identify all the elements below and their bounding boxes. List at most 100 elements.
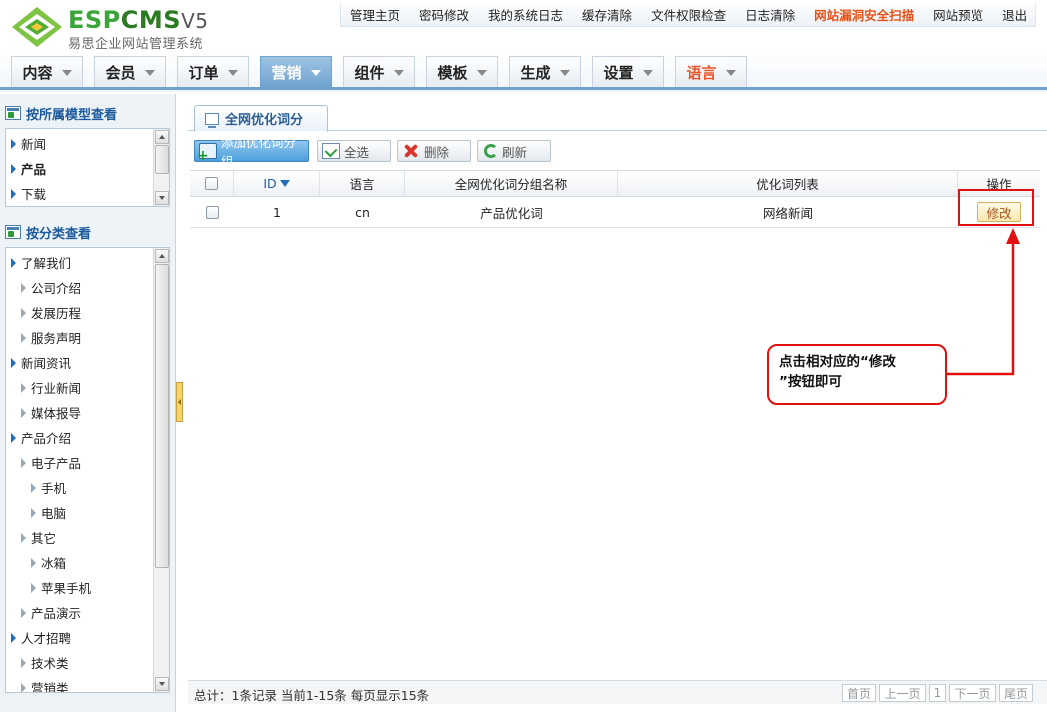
sidebar-item[interactable]: 行业新闻 <box>21 375 81 400</box>
sidebar-item[interactable]: 新闻 <box>11 131 46 156</box>
sidebar-collapse-handle[interactable] <box>176 382 183 422</box>
nav-tab-4[interactable]: 组件 <box>343 56 415 87</box>
sidebar-item[interactable]: 媒体报导 <box>21 400 81 425</box>
sidebar-item[interactable]: 下载 <box>11 181 46 206</box>
scroll-thumb[interactable] <box>155 145 169 174</box>
nav-tab-7[interactable]: 设置 <box>592 56 664 87</box>
sidebar-item[interactable]: 手机 <box>31 475 66 500</box>
sidebar-item[interactable]: 冰箱 <box>31 550 66 575</box>
triangle-right-icon <box>11 257 16 268</box>
chevron-down-icon <box>144 70 155 76</box>
top-link-6[interactable]: 网站漏洞安全扫描 <box>814 5 914 24</box>
sidebar-item[interactable]: 电子产品 <box>21 450 81 475</box>
column-group-name: 全网优化词分组名称 <box>405 171 618 196</box>
category-section-title-text: 按分类查看 <box>26 226 92 242</box>
monitor-icon <box>205 112 219 128</box>
triangle-right-icon <box>21 382 26 393</box>
chevron-down-icon <box>476 70 487 76</box>
row-checkbox-cell <box>190 197 234 227</box>
sidebar-item[interactable]: 营销类 <box>21 675 69 692</box>
column-language-label: 语言 <box>349 177 375 192</box>
sidebar-item[interactable]: 发展历程 <box>21 300 81 325</box>
triangle-right-icon <box>21 682 26 692</box>
nav-tab-5[interactable]: 模板 <box>426 56 498 87</box>
sidebar-item-label: 行业新闻 <box>31 381 82 396</box>
pager-page[interactable]: 1 <box>929 684 946 702</box>
sidebar-item[interactable]: 产品 <box>11 156 46 181</box>
tab-keyword-groups[interactable]: 全网优化词分 <box>194 105 328 132</box>
nav-tab-label: 组件 <box>354 63 385 82</box>
scroll-thumb[interactable] <box>155 264 169 568</box>
sidebar-item[interactable]: 其它 <box>21 525 56 550</box>
sidebar-item-label: 苹果手机 <box>41 581 92 596</box>
scroll-down-button[interactable] <box>155 191 169 205</box>
select-all-label: 全选 <box>344 144 370 160</box>
pager-prev[interactable]: 上一页 <box>879 684 926 702</box>
scroll-down-button[interactable] <box>155 677 169 691</box>
sidebar-item-label: 其它 <box>31 531 57 546</box>
triangle-right-icon <box>11 188 16 199</box>
header: ESPCMSV5 易思企业网站管理系统 管理主页 密码修改 我的系统日志 缓存清除 文件… <box>0 0 1047 92</box>
column-language: 语言 <box>320 171 405 196</box>
sidebar-item-label: 技术类 <box>31 656 69 671</box>
nav-tab-0[interactable]: 内容 <box>11 56 83 87</box>
sidebar-item[interactable]: 公司介绍 <box>21 275 81 300</box>
scroll-up-button[interactable] <box>155 130 169 144</box>
delete-button[interactable]: 删除 <box>397 140 471 162</box>
sidebar-item[interactable]: 了解我们 <box>11 250 71 275</box>
category-tree: 了解我们 公司介绍 发展历程 服务声明 新闻资讯行业新闻媒体报导产品介绍 电子产品 手机 电脑… <box>5 247 170 693</box>
tab-label: 全网优化词分 <box>225 113 304 128</box>
nav-tab-label: 语言 <box>686 63 717 82</box>
nav-tab-label: 营销 <box>271 63 302 82</box>
add-group-button[interactable]: 添加优化词分组 <box>194 135 309 169</box>
sidebar-item-label: 媒体报导 <box>31 406 82 421</box>
top-link-0[interactable]: 管理主页 <box>350 5 400 24</box>
model-list-scrollbar[interactable] <box>153 129 169 206</box>
check-all-icon <box>322 143 340 159</box>
highlight-edit-box <box>958 189 1034 226</box>
sidebar-item[interactable]: 新闻资讯 <box>11 350 71 375</box>
refresh-button[interactable]: 刷新 <box>477 140 551 162</box>
row-checkbox[interactable] <box>205 205 219 219</box>
logo: ESPCMSV5 易思企业网站管理系统 <box>10 5 230 52</box>
column-group-name-label: 全网优化词分组名称 <box>454 177 568 192</box>
top-link-1[interactable]: 密码修改 <box>419 5 469 24</box>
logo-wordmark: ESPCMSV5 <box>68 7 208 34</box>
nav-tab-2[interactable]: 订单 <box>177 56 249 87</box>
nav-tab-3[interactable]: 营销 <box>260 56 332 87</box>
column-id[interactable]: ID <box>234 171 320 196</box>
cell-word-list: 网络新闻 <box>762 205 813 221</box>
top-link-7[interactable]: 网站预览 <box>933 5 983 24</box>
sidebar-item[interactable]: 人才招聘 <box>11 625 71 650</box>
select-all-button[interactable]: 全选 <box>317 140 391 162</box>
sidebar-item-label: 冰箱 <box>41 556 67 571</box>
nav-tab-1[interactable]: 会员 <box>94 56 166 87</box>
sidebar-item[interactable]: 产品介绍 <box>11 425 71 450</box>
table-header: ID 语言 全网优化词分组名称 优化词列表 操作 <box>190 170 1040 197</box>
sidebar-item[interactable]: 电脑 <box>31 500 66 525</box>
espcms-logo-icon <box>12 7 62 47</box>
pager-first[interactable]: 首页 <box>842 684 876 702</box>
pager-next[interactable]: 下一页 <box>949 684 996 702</box>
top-link-2[interactable]: 我的系统日志 <box>488 5 563 24</box>
scroll-up-button[interactable] <box>155 249 169 263</box>
chevron-down-icon <box>61 70 72 76</box>
category-tree-scrollbar[interactable] <box>153 248 169 692</box>
nav-tab-8[interactable]: 语言 <box>675 56 747 87</box>
top-link-5[interactable]: 日志清除 <box>745 5 795 24</box>
header-checkbox-cell <box>190 171 234 196</box>
table-row: 1 cn 产品优化词 网络新闻 修改 <box>190 197 1040 228</box>
nav-tab-label: 内容 <box>22 63 53 82</box>
top-link-8[interactable]: 退出 <box>1002 5 1027 24</box>
sidebar-item[interactable]: 服务声明 <box>21 325 81 350</box>
pager-last[interactable]: 尾页 <box>999 684 1033 702</box>
select-all-checkbox[interactable] <box>205 177 218 190</box>
triangle-right-icon <box>21 407 26 418</box>
top-link-3[interactable]: 缓存清除 <box>582 5 632 24</box>
nav-tab-6[interactable]: 生成 <box>509 56 581 87</box>
folder-view-icon <box>5 225 21 239</box>
sidebar-item[interactable]: 技术类 <box>21 650 69 675</box>
top-link-4[interactable]: 文件权限检查 <box>651 5 726 24</box>
sidebar-item[interactable]: 苹果手机 <box>31 575 91 600</box>
sidebar-item[interactable]: 产品演示 <box>21 600 81 625</box>
